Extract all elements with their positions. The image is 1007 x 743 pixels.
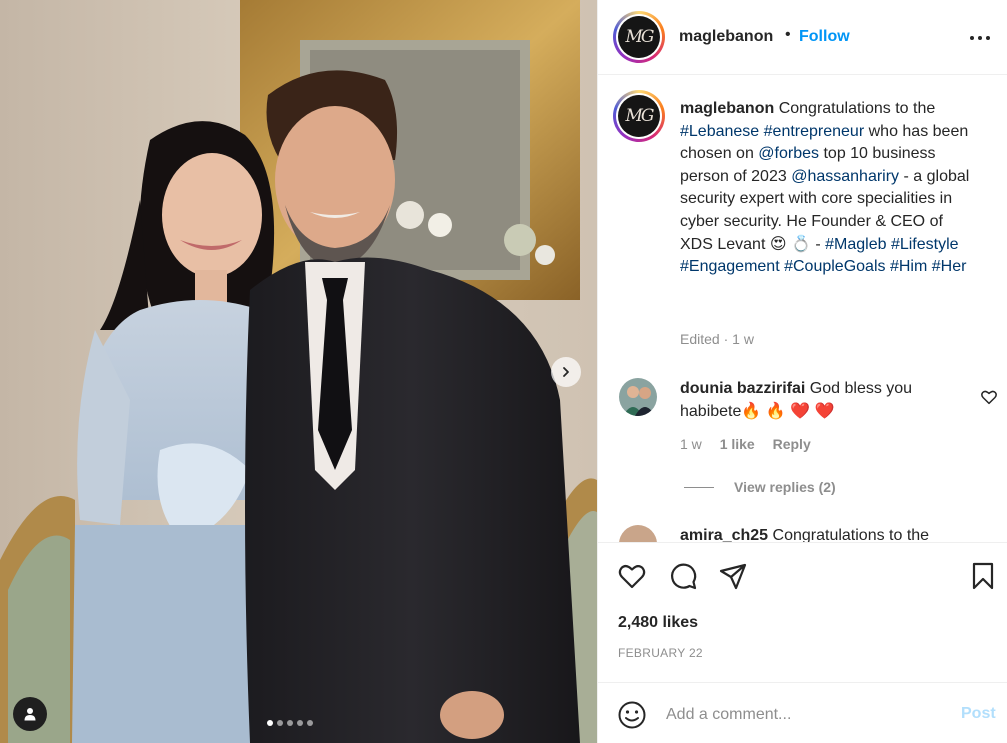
carousel-dot [297,720,303,726]
avatar-monogram: MG [625,27,655,47]
post-header: MG maglebanon • Follow [598,0,1007,75]
carousel-dot [267,720,273,726]
hashtag-link[interactable]: #Lebanese [680,123,759,140]
heart-icon[interactable] [980,388,998,406]
likes-count[interactable]: 2,480 likes [618,614,698,632]
tagged-users-button[interactable] [13,697,47,731]
comment-text: Congratulations to the [772,527,930,542]
replies-divider [684,486,714,488]
more-options-button[interactable] [968,28,992,48]
comment-username[interactable]: dounia bazzirifai [680,380,805,397]
comment-composer: Post [598,682,1007,743]
commenter-avatar[interactable] [619,378,657,416]
carousel-dot [307,720,313,726]
view-replies-button[interactable]: View replies (2) [684,479,836,495]
carousel-dot [287,720,293,726]
hashtag-link[interactable]: #Magleb [825,236,886,253]
photo-image [0,0,597,743]
comment-meta: 1 w 1 like Reply [680,436,811,452]
mention-link[interactable]: @forbes [758,145,819,162]
follow-button[interactable]: Follow [799,28,850,46]
avatar[interactable]: MG [613,11,665,63]
hashtag-link[interactable]: #Her [932,258,967,275]
comment-input[interactable] [666,701,936,729]
hashtag-link[interactable]: #Him [890,258,927,275]
chevron-right-icon [563,367,569,377]
comments-list[interactable]: MG maglebanon Congratulations to the #Le… [598,76,1007,542]
bookmark-icon[interactable] [968,561,998,591]
hashtag-link[interactable]: #Lifestyle [891,236,959,253]
post-photo[interactable] [0,0,597,743]
caption-avatar[interactable]: MG [613,90,665,142]
hashtag-link[interactable]: #Engagement [680,258,780,275]
carousel-indicator [267,720,313,726]
post-date: FEBRUARY 22 [618,646,703,660]
comment-item: amira_ch25 Congratulations to the [680,527,929,542]
caption-meta: Edited · 1 w [680,331,754,347]
comment-age: 1 w [680,436,702,452]
mention-link[interactable]: @hassanhariry [791,168,899,185]
caption-username[interactable]: maglebanon [680,100,774,117]
reply-button[interactable]: Reply [773,436,811,452]
comment-item: dounia bazzirifai God bless you habibete… [680,378,960,423]
carousel-dot [277,720,283,726]
post-caption: maglebanon Congratulations to the #Leban… [680,100,970,276]
separator-bullet: • [785,26,791,43]
smiley-icon[interactable] [617,700,647,730]
comment-bubble-icon[interactable] [668,561,698,591]
commenter-avatar[interactable] [619,525,657,542]
more-horizontal-icon [970,36,974,40]
user-tag-icon [24,708,36,721]
comment-username[interactable]: amira_ch25 [680,527,768,542]
hashtag-link[interactable]: #entrepreneur [764,123,865,140]
comment-likes-link[interactable]: 1 like [720,436,755,452]
paper-plane-icon[interactable] [718,561,748,591]
author-username[interactable]: maglebanon [679,28,773,46]
avatar-image [619,378,657,416]
heart-icon[interactable] [617,561,647,591]
next-photo-button[interactable] [551,357,581,387]
post-side-panel: MG maglebanon • Follow MG maglebanon Con… [597,0,1007,743]
hashtag-link[interactable]: #CoupleGoals [784,258,885,275]
post-actions: 2,480 likes FEBRUARY 22 [598,542,1007,682]
post-comment-button[interactable]: Post [961,705,996,723]
